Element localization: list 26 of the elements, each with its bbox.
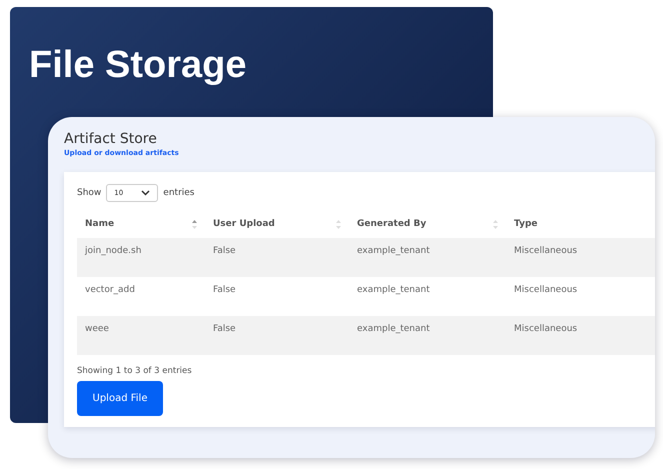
table-cell: Miscellaneous — [506, 238, 655, 277]
table-cell: example_tenant — [349, 238, 506, 277]
table-cell: False — [205, 238, 349, 277]
show-label: Show — [77, 188, 102, 198]
table-cell: example_tenant — [349, 277, 506, 316]
table-cell: Miscellaneous — [506, 316, 655, 355]
table-cell: weee — [77, 316, 205, 355]
table-cell: example_tenant — [349, 316, 506, 355]
entries-info: Showing 1 to 3 of 3 entries — [77, 366, 192, 376]
table-cell: join_node.sh — [77, 238, 205, 277]
table-cell: Miscellaneous — [506, 277, 655, 316]
column-header[interactable]: Name — [77, 210, 205, 238]
column-header[interactable]: Type — [506, 210, 655, 238]
column-header[interactable]: Generated By — [349, 210, 506, 238]
card-title: Artifact Store — [64, 131, 157, 147]
sort-icon — [336, 220, 341, 228]
sort-icon — [192, 220, 197, 228]
table-cell: False — [205, 277, 349, 316]
column-header[interactable]: User Upload — [205, 210, 349, 238]
table-cell: vector_add — [77, 277, 205, 316]
chevron-icon — [141, 190, 150, 196]
upload-file-button[interactable]: Upload File — [77, 381, 163, 416]
table-cell: False — [205, 316, 349, 355]
entries-label: entries — [163, 188, 194, 198]
sort-icon — [493, 220, 498, 228]
hero-title: File Storage — [29, 45, 246, 87]
